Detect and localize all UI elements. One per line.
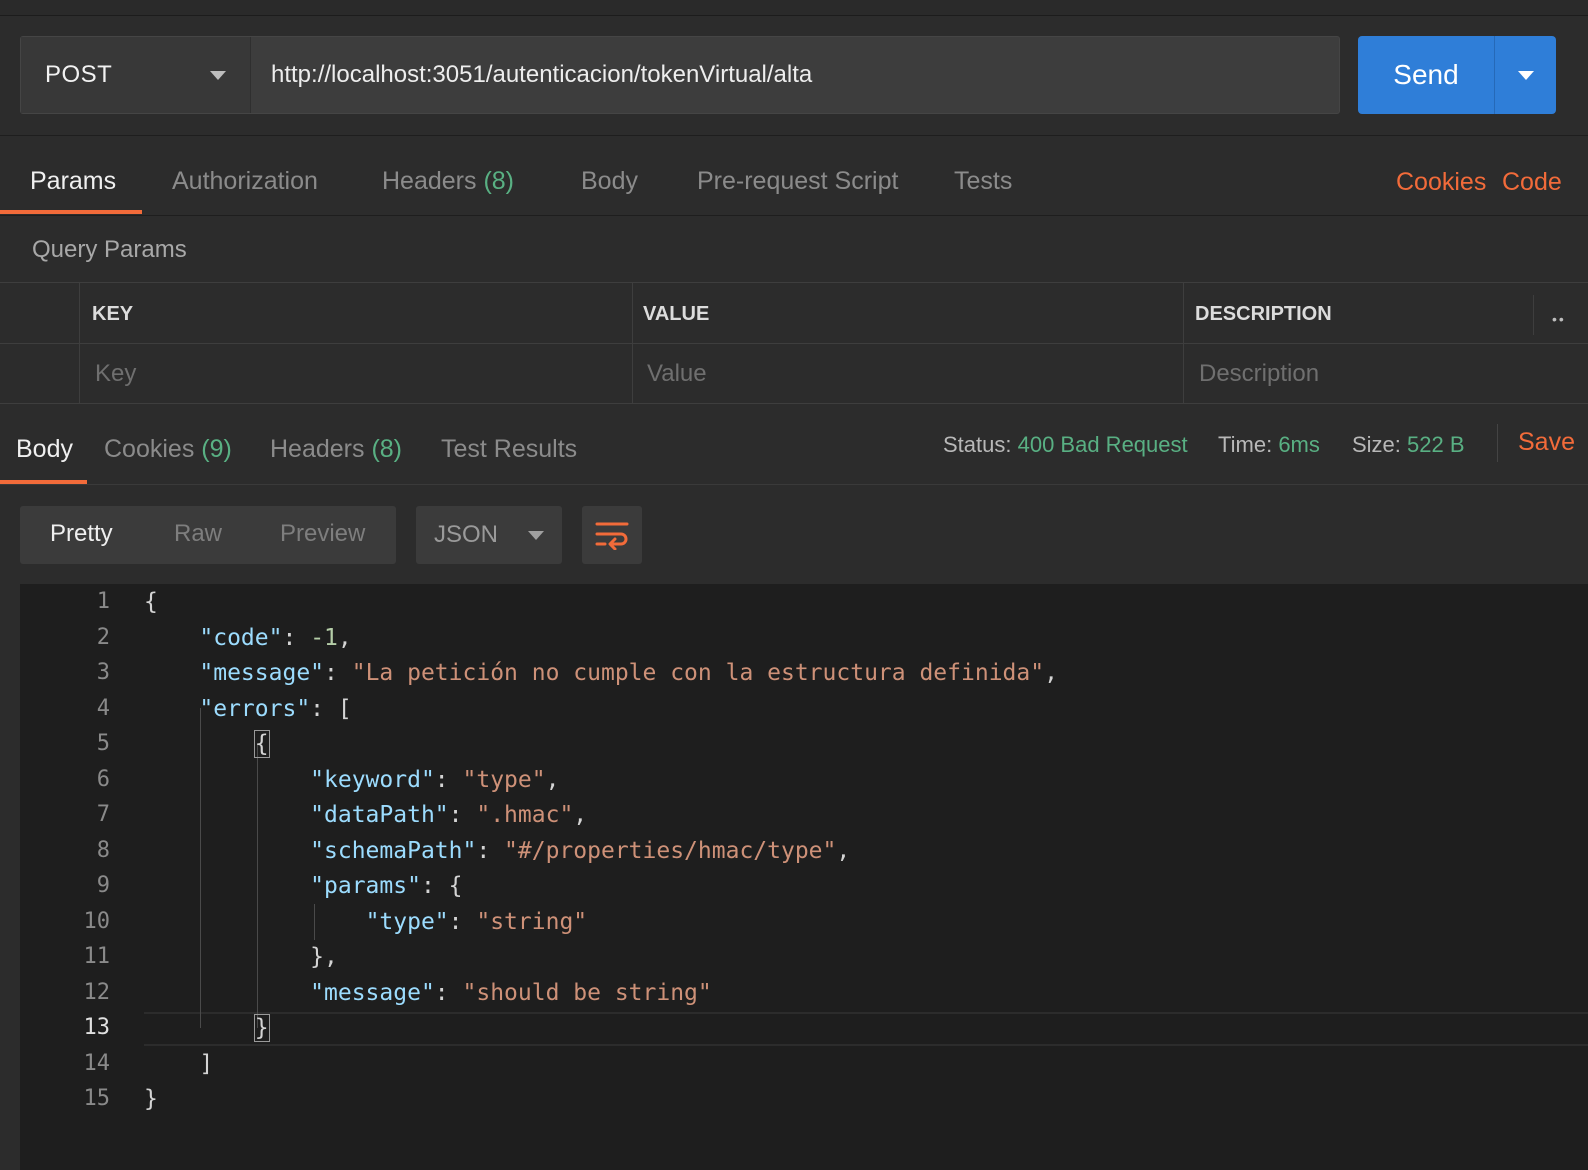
top-strip [0,0,1588,16]
tab-response-headers[interactable]: Headers (8) [270,404,402,484]
code-line: { [144,589,158,615]
time-value: 6ms [1278,432,1320,457]
tab-cookies-count: (9) [201,435,232,463]
more-options-icon[interactable]: •• [1552,311,1566,327]
code-line: ] [144,1050,214,1077]
format-select[interactable]: JSON [416,506,562,564]
code-line: "errors": [ [199,695,352,722]
param-key-input[interactable] [81,344,631,404]
param-value-input[interactable] [633,344,1182,404]
line-number: 7 [96,802,110,827]
view-mode-raw[interactable]: Raw [174,520,222,548]
view-mode-segmented-control: Pretty Raw Preview [20,506,396,564]
save-response-button[interactable]: Save [1518,428,1575,457]
separator [1497,424,1498,462]
tab-cookies-label: Cookies [104,435,195,463]
code-line: "message": "La petición no cumple con la… [199,660,1058,686]
method-select[interactable]: POST [21,37,251,113]
query-params-title: Query Params [32,236,187,263]
tab-body[interactable]: Body [581,136,638,216]
line-number: 10 [83,908,111,934]
size-readout: Size: 522 B [1352,432,1465,458]
size-label: Size: [1352,432,1401,457]
tab-params[interactable]: Params [30,136,116,216]
line-number: 3 [96,660,110,685]
request-tabs: Params Authorization Headers (8) Body Pr… [0,136,1588,216]
active-tab-indicator [0,210,142,214]
line-number: 14 [83,1050,111,1076]
code-line: } [144,1086,158,1112]
tab-headers-count: (8) [371,435,403,463]
tab-headers-label: Headers [270,435,365,463]
line-number: 4 [96,695,110,721]
wrap-lines-button[interactable] [582,506,642,564]
status-value: 400 Bad Request [1017,432,1188,457]
param-description-input[interactable] [1185,344,1585,404]
code-line: } [253,1014,270,1042]
cookies-link[interactable]: Cookies [1396,136,1486,216]
line-number: 6 [96,766,110,792]
time-label: Time: [1218,432,1273,457]
tab-headers-label: Headers [382,167,477,195]
send-button[interactable]: Send [1358,36,1494,114]
column-border [1533,295,1534,335]
tab-prerequest-script[interactable]: Pre-request Script [697,136,898,216]
code-line: "code": -1, [199,624,352,651]
column-header-value: VALUE [643,303,710,325]
line-number: 9 [96,873,110,898]
code-line: }, [144,944,338,970]
divider [0,215,1588,216]
method-label: POST [45,61,113,88]
query-params-table: KEY VALUE DESCRIPTION •• [0,282,1588,404]
current-line-highlight [144,1012,1588,1046]
size-value: 522 B [1407,432,1465,457]
code-link[interactable]: Code [1502,136,1562,216]
code-line: "message": "should be string" [310,979,712,1006]
code-line: "schemaPath": "#/properties/hmac/type", [310,837,851,864]
line-number: 2 [96,624,110,650]
line-number: 12 [83,979,111,1005]
tab-headers-count: (8) [483,167,515,195]
code-line: "params": { [310,873,463,899]
line-number: 11 [83,944,111,969]
status-readout: Status: 400 Bad Request [943,432,1188,458]
chevron-down-icon [528,530,544,540]
tab-headers[interactable]: Headers (8) [382,136,514,216]
send-button-group: Send [1358,36,1556,114]
column-header-description: DESCRIPTION [1195,303,1332,325]
code-line: "keyword": "type", [310,766,560,793]
response-tabs: Body Cookies (9) Headers (8) Test Result… [0,404,1588,484]
tab-response-cookies[interactable]: Cookies (9) [104,404,232,484]
tab-response-body[interactable]: Body [16,404,73,484]
line-number: 5 [96,731,110,756]
send-options-button[interactable] [1494,36,1556,114]
wrap-lines-icon [595,522,629,550]
column-header-key: KEY [92,303,134,325]
chevron-down-icon [1517,70,1534,80]
format-label: JSON [434,521,499,548]
divider [0,484,1588,485]
response-body-editor[interactable]: 1 2 3 4 5 6 7 8 9 10 11 12 13 14 15 { "code": -1, "mes… [20,584,1588,1170]
code-line: { [253,730,270,758]
view-mode-pretty[interactable]: Pretty [50,520,113,548]
code-line: "dataPath": ".hmac", [310,802,588,828]
code-line: "type": "string" [365,908,588,935]
view-mode-preview[interactable]: Preview [280,520,365,548]
status-label: Status: [943,432,1012,457]
line-number: 8 [96,837,110,863]
tab-tests[interactable]: Tests [954,136,1012,216]
url-input[interactable] [251,37,1339,113]
line-number: 15 [83,1086,111,1111]
tab-authorization[interactable]: Authorization [172,136,318,216]
tab-test-results[interactable]: Test Results [441,404,577,484]
request-bar: POST [20,36,1340,114]
line-number: 13 [83,1015,111,1040]
line-number: 1 [96,589,110,614]
chevron-down-icon [210,70,226,80]
time-readout: Time: 6ms [1218,432,1320,458]
